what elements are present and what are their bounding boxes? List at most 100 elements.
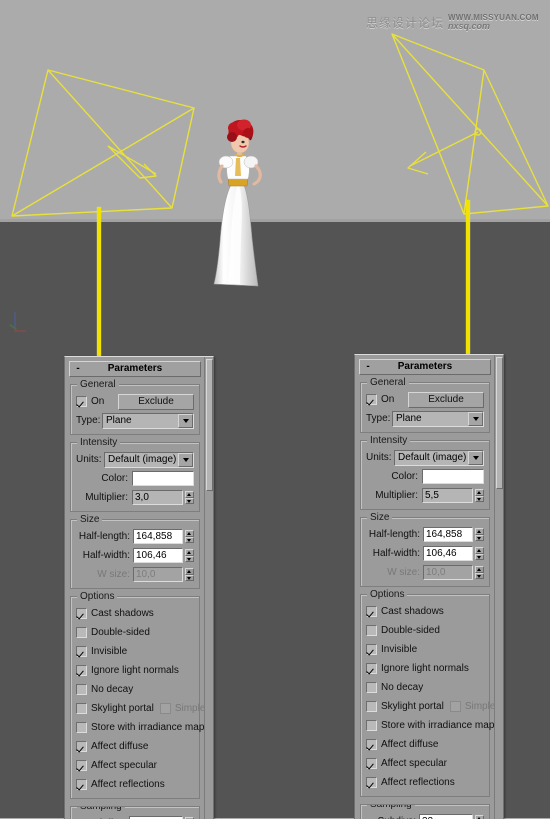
checkbox-affect-specular-left[interactable] bbox=[76, 760, 87, 771]
multiplier-input-right[interactable]: 5,5 bbox=[422, 488, 473, 503]
type-dropdown-right[interactable]: Plane bbox=[392, 410, 484, 427]
rollout-header-parameters-left[interactable]: - Parameters bbox=[69, 361, 201, 377]
half-width-input-left[interactable]: 106,46 bbox=[133, 548, 183, 563]
half-length-input-right[interactable]: 164,858 bbox=[423, 527, 473, 542]
checkbox-store-with-irradiance-map-right[interactable] bbox=[366, 720, 377, 731]
label-double-sided-right: Double-sided bbox=[381, 625, 440, 636]
checkbox-affect-diffuse-left[interactable] bbox=[76, 741, 87, 752]
label-color-left: Color: bbox=[101, 473, 128, 484]
label-affect-reflections-left: Affect reflections bbox=[91, 779, 165, 790]
label-simple-left: Simple bbox=[174, 703, 206, 714]
half-length-input-left[interactable]: 164,858 bbox=[133, 529, 183, 544]
subdivs-input-right[interactable]: 32 bbox=[419, 814, 473, 819]
rollout-toggle-icon-left[interactable]: - bbox=[73, 362, 83, 376]
checkbox-on-left[interactable] bbox=[76, 396, 87, 407]
type-dropdown-value-left: Plane bbox=[106, 414, 132, 426]
chevron-down-icon-units-left[interactable] bbox=[178, 452, 193, 467]
checkbox-on-right[interactable] bbox=[366, 394, 377, 405]
chevron-down-icon-type-left[interactable] bbox=[178, 413, 193, 428]
half-width-spinner-left[interactable] bbox=[185, 549, 194, 562]
label-affect-diffuse-right: Affect diffuse bbox=[381, 739, 439, 750]
multiplier-spinner-right[interactable] bbox=[475, 489, 484, 502]
group-label-general-right: General bbox=[367, 377, 409, 388]
chevron-down-icon-type-right[interactable] bbox=[468, 411, 483, 426]
group-sampling-right: Sampling Subdivs: 32 Shadow bias: 0,02 bbox=[360, 804, 490, 819]
half-length-spinner-right[interactable] bbox=[475, 528, 484, 541]
label-w-size-left: W size: bbox=[97, 569, 130, 580]
rollout-header-parameters-right[interactable]: - Parameters bbox=[359, 359, 491, 375]
half-length-spinner-left[interactable] bbox=[185, 530, 194, 543]
label-type-left: Type: bbox=[76, 415, 101, 426]
checkbox-store-with-irradiance-map-left[interactable] bbox=[76, 722, 87, 733]
watermark: 思缘设计论坛 WWW.MISSYUAN.COM nxsq.com bbox=[366, 5, 550, 39]
label-half-width-left: Half-width: bbox=[82, 550, 130, 561]
checkbox-ignore-light-normals-left[interactable] bbox=[76, 665, 87, 676]
group-intensity-right: Intensity Units: Default (image) Color: … bbox=[360, 435, 490, 510]
checkbox-cast-shadows-left[interactable] bbox=[76, 608, 87, 619]
group-options-right: Options Cast shadows Double-sided Invisi… bbox=[360, 589, 495, 797]
group-general-right: General On Exclude Type: Plane bbox=[360, 377, 490, 433]
label-invisible-left: Invisible bbox=[91, 646, 128, 657]
w-size-input-left: 10,0 bbox=[133, 567, 183, 582]
panel-scrollbar-thumb-right[interactable] bbox=[496, 357, 503, 489]
type-dropdown-left[interactable]: Plane bbox=[102, 412, 194, 429]
checkbox-double-sided-left[interactable] bbox=[76, 627, 87, 638]
label-half-length-left: Half-length: bbox=[78, 531, 130, 542]
checkbox-affect-specular-right[interactable] bbox=[366, 758, 377, 769]
checkbox-invisible-right[interactable] bbox=[366, 644, 377, 655]
checkbox-simple-right bbox=[449, 701, 461, 712]
group-sampling-left: Sampling Subdivs: 32 Shadow bias: 0,02 bbox=[70, 806, 200, 819]
character-model[interactable] bbox=[204, 118, 276, 290]
group-intensity-left: Intensity Units: Default (image) Color: … bbox=[70, 437, 200, 512]
subdivs-spinner-right[interactable] bbox=[475, 815, 484, 819]
multiplier-spinner-left[interactable] bbox=[185, 491, 194, 504]
chevron-down-icon-units-right[interactable] bbox=[468, 450, 483, 465]
checkbox-ignore-light-normals-right[interactable] bbox=[366, 663, 377, 674]
panel-scrollbar-thumb-left[interactable] bbox=[206, 359, 213, 491]
half-width-spinner-right[interactable] bbox=[475, 547, 484, 560]
type-dropdown-value-right: Plane bbox=[396, 412, 422, 424]
units-dropdown-left[interactable]: Default (image) bbox=[104, 451, 194, 468]
group-label-general-left: General bbox=[77, 379, 119, 390]
label-affect-specular-right: Affect specular bbox=[381, 758, 447, 769]
rollout-toggle-icon-right[interactable]: - bbox=[363, 360, 373, 374]
checkbox-cast-shadows-right[interactable] bbox=[366, 606, 377, 617]
color-swatch-left[interactable] bbox=[132, 471, 194, 486]
label-skylight-portal-left: Skylight portal bbox=[91, 703, 154, 714]
checkbox-skylight-portal-left[interactable] bbox=[76, 703, 87, 714]
label-multiplier-left: Multiplier: bbox=[85, 492, 128, 503]
half-width-input-right[interactable]: 106,46 bbox=[423, 546, 473, 561]
checkbox-no-decay-right[interactable] bbox=[366, 682, 377, 693]
color-swatch-right[interactable] bbox=[422, 469, 484, 484]
command-panel-right[interactable]: - Parameters General On Exclude Type: Pl… bbox=[354, 354, 504, 819]
checkbox-no-decay-left[interactable] bbox=[76, 684, 87, 695]
checkbox-double-sided-right[interactable] bbox=[366, 625, 377, 636]
checkbox-affect-diffuse-right[interactable] bbox=[366, 739, 377, 750]
group-label-options-left: Options bbox=[77, 591, 118, 602]
units-dropdown-right[interactable]: Default (image) bbox=[394, 449, 484, 466]
label-units-right: Units: bbox=[366, 452, 392, 463]
w-size-spinner-right bbox=[475, 566, 484, 579]
panel-scrollbar-right[interactable] bbox=[494, 355, 503, 819]
panel-scrollbar-left[interactable] bbox=[204, 357, 213, 819]
label-on-left: On bbox=[91, 396, 105, 407]
units-dropdown-value-left: Default (image) bbox=[108, 453, 177, 465]
group-label-options-right: Options bbox=[367, 589, 408, 600]
exclude-button-left[interactable]: Exclude bbox=[118, 393, 194, 410]
light-target-line-right bbox=[466, 200, 470, 372]
rollout-title-right: Parameters bbox=[397, 361, 453, 372]
group-size-right: Size Half-length: 164,858 Half-width: 10… bbox=[360, 512, 490, 587]
label-ignore-light-normals-left: Ignore light normals bbox=[91, 665, 179, 676]
multiplier-input-left[interactable]: 3,0 bbox=[132, 490, 183, 505]
command-panel-left[interactable]: - Parameters General On Exclude Type: Pl… bbox=[64, 356, 214, 819]
checkbox-affect-reflections-right[interactable] bbox=[366, 777, 377, 788]
exclude-button-right[interactable]: Exclude bbox=[408, 391, 484, 408]
group-label-size-left: Size bbox=[77, 514, 103, 525]
group-size-left: Size Half-length: 164,858 Half-width: 10… bbox=[70, 514, 200, 589]
checkbox-skylight-portal-right[interactable] bbox=[366, 701, 377, 712]
watermark-logo: WWW.MISSYUAN.COM nxsq.com bbox=[448, 13, 539, 31]
label-affect-reflections-right: Affect reflections bbox=[381, 777, 455, 788]
label-store-with-irradiance-map-right: Store with irradiance map bbox=[381, 720, 495, 731]
checkbox-affect-reflections-left[interactable] bbox=[76, 779, 87, 790]
checkbox-invisible-left[interactable] bbox=[76, 646, 87, 657]
